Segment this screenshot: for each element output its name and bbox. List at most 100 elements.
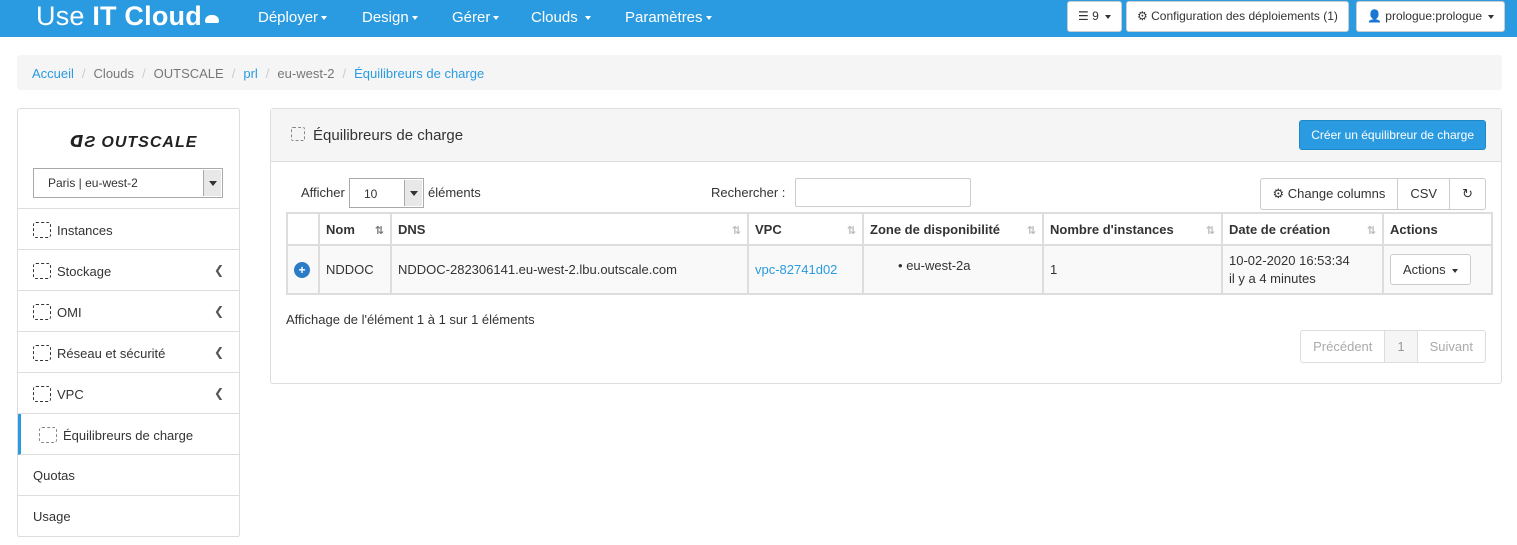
gear-icon: ⚙ bbox=[1272, 186, 1285, 201]
actions-button[interactable]: Actions bbox=[1390, 254, 1472, 285]
pagination: Précédent 1 Suivant bbox=[1300, 330, 1486, 363]
brand-logo[interactable]: Use IT Cloud bbox=[36, 1, 219, 32]
load-balancer-icon bbox=[39, 427, 57, 443]
expand-row-icon[interactable]: + bbox=[294, 261, 310, 278]
change-columns-button[interactable]: ⚙ Change columns bbox=[1259, 178, 1399, 210]
load-balancers-table: Nom ⇅ DNS ⇅ VPC ⇅ Zone de disponibilité ⇅ No… bbox=[286, 212, 1493, 295]
region-select[interactable]: Paris | eu-west-2 bbox=[33, 168, 223, 198]
caret-down-icon bbox=[1105, 14, 1112, 19]
change-columns-label: Change columns bbox=[1287, 186, 1386, 201]
sidebar-item-quotas[interactable]: Quotas bbox=[18, 455, 239, 496]
caret-down-icon bbox=[584, 16, 591, 21]
instances-icon bbox=[33, 222, 51, 238]
cell-zone: • eu-west-2a bbox=[862, 244, 1044, 295]
user-name: prologue:prologue bbox=[1385, 9, 1483, 23]
menu-deployer-label: Déployer bbox=[258, 9, 319, 26]
breadcrumb-separator: / bbox=[81, 66, 86, 81]
search-input[interactable] bbox=[795, 178, 971, 207]
caret-down-icon bbox=[1488, 14, 1495, 19]
sidebar-item-load-balancers[interactable]: Équilibreurs de charge bbox=[18, 414, 239, 455]
deploy-config-button[interactable]: ⚙ Configuration des déploiements (1) bbox=[1126, 1, 1349, 32]
page-length-label: Afficher bbox=[301, 185, 345, 200]
create-load-balancer-button[interactable]: Créer un équilibreur de charge bbox=[1299, 120, 1486, 150]
refresh-button[interactable]: ↻ bbox=[1449, 178, 1486, 210]
sidebar-item-reseau[interactable]: Réseau et sécurité ❮ bbox=[18, 332, 239, 373]
menu-clouds[interactable]: Clouds bbox=[531, 9, 591, 26]
sidebar: ᗡƧ OUTSCALE Paris | eu-west-2 Instances … bbox=[17, 108, 240, 537]
sidebar-item-label: VPC bbox=[57, 387, 84, 402]
cell-instances: 1 bbox=[1042, 244, 1223, 295]
jobs-button[interactable]: ☰ 9 bbox=[1067, 1, 1123, 32]
sidebar-item-label: Stockage bbox=[57, 264, 112, 279]
omi-icon bbox=[33, 304, 51, 320]
caret-down-icon bbox=[321, 16, 328, 21]
csv-button[interactable]: CSV bbox=[1397, 178, 1451, 210]
table-header-row: Nom ⇅ DNS ⇅ VPC ⇅ Zone de disponibilité ⇅ No… bbox=[286, 212, 1493, 246]
breadcrumb-prl[interactable]: prl bbox=[243, 66, 257, 81]
expand-column-header bbox=[286, 212, 320, 246]
user-menu-button[interactable]: 👤 prologue:prologue bbox=[1356, 1, 1506, 32]
column-header-zone[interactable]: Zone de disponibilité ⇅ bbox=[862, 212, 1044, 246]
cell-dns: NDDOC-282306141.eu-west-2.lbu.outscale.c… bbox=[390, 244, 749, 295]
sort-desc-icon: ⇅ bbox=[374, 225, 384, 237]
menu-gerer-label: Gérer bbox=[452, 9, 491, 26]
pagination-previous[interactable]: Précédent bbox=[1300, 330, 1386, 363]
chevron-left-icon: ❮ bbox=[213, 263, 224, 277]
column-header-instances[interactable]: Nombre d'instances ⇅ bbox=[1042, 212, 1223, 246]
menu-parametres[interactable]: Paramètres bbox=[625, 9, 712, 26]
table-info: Affichage de l'élément 1 à 1 sur 1 éléme… bbox=[286, 312, 535, 327]
breadcrumb-separator: / bbox=[231, 66, 236, 81]
sort-icon: ⇅ bbox=[1205, 225, 1215, 237]
breadcrumb-current[interactable]: Équilibreurs de charge bbox=[354, 66, 484, 81]
table-tools: ⚙ Change columns CSV ↻ bbox=[1259, 178, 1486, 210]
column-label: Zone de disponibilité bbox=[870, 221, 1000, 237]
sort-icon: ⇅ bbox=[731, 225, 741, 237]
sort-icon: ⇅ bbox=[1026, 225, 1036, 237]
cell-actions: Actions bbox=[1382, 244, 1493, 295]
page-length-select[interactable]: 10 bbox=[349, 178, 424, 208]
column-header-nom[interactable]: Nom ⇅ bbox=[318, 212, 392, 246]
sidebar-item-omi[interactable]: OMI ❮ bbox=[18, 291, 239, 332]
sidebar-item-instances[interactable]: Instances bbox=[18, 209, 239, 250]
actions-label: Actions bbox=[1403, 262, 1446, 277]
chevron-left-icon: ❮ bbox=[213, 386, 224, 400]
load-balancer-icon bbox=[291, 127, 305, 141]
chevron-down-icon bbox=[404, 180, 422, 206]
vpc-icon bbox=[33, 386, 51, 402]
sort-icon: ⇅ bbox=[1366, 225, 1376, 237]
pagination-next[interactable]: Suivant bbox=[1416, 330, 1486, 363]
network-icon bbox=[33, 345, 51, 361]
chevron-left-icon: ❮ bbox=[213, 345, 224, 359]
brand-text-use: Use bbox=[36, 1, 93, 31]
sidebar-item-vpc[interactable]: VPC ❮ bbox=[18, 373, 239, 414]
breadcrumb-separator: / bbox=[342, 66, 347, 81]
column-label: Nombre d'instances bbox=[1050, 221, 1174, 237]
breadcrumb-region: eu-west-2 bbox=[277, 66, 335, 81]
page-title: Équilibreurs de charge bbox=[313, 127, 464, 144]
expand-cell: + bbox=[286, 244, 320, 295]
sidebar-item-label: Réseau et sécurité bbox=[57, 346, 166, 361]
page-length-value: 10 bbox=[364, 187, 378, 201]
region-select-value: Paris | eu-west-2 bbox=[48, 176, 138, 190]
pagination-page-1[interactable]: 1 bbox=[1384, 330, 1418, 363]
sidebar-item-label: Usage bbox=[33, 509, 71, 524]
column-header-date[interactable]: Date de création ⇅ bbox=[1221, 212, 1384, 246]
caret-down-icon bbox=[1452, 268, 1459, 273]
column-header-dns[interactable]: DNS ⇅ bbox=[390, 212, 749, 246]
brand-text-it: IT Cloud bbox=[92, 1, 202, 31]
elements-label: éléments bbox=[428, 185, 481, 200]
creation-date: 10-02-2020 16:53:34 bbox=[1229, 252, 1350, 268]
sidebar-item-label: OMI bbox=[57, 305, 82, 320]
menu-deployer[interactable]: Déployer bbox=[258, 9, 328, 26]
caret-down-icon bbox=[411, 16, 418, 21]
column-header-vpc[interactable]: VPC ⇅ bbox=[747, 212, 864, 246]
breadcrumb-accueil[interactable]: Accueil bbox=[32, 66, 74, 81]
menu-design[interactable]: Design bbox=[362, 9, 418, 26]
sidebar-item-stockage[interactable]: Stockage ❮ bbox=[18, 250, 239, 291]
gear-icon: ⚙ bbox=[1137, 9, 1148, 23]
list-icon: ☰ bbox=[1078, 9, 1089, 23]
menu-gerer[interactable]: Gérer bbox=[452, 9, 500, 26]
sidebar-item-usage[interactable]: Usage bbox=[18, 496, 239, 537]
column-label: DNS bbox=[398, 221, 426, 237]
vpc-link[interactable]: vpc-82741d02 bbox=[755, 262, 837, 277]
